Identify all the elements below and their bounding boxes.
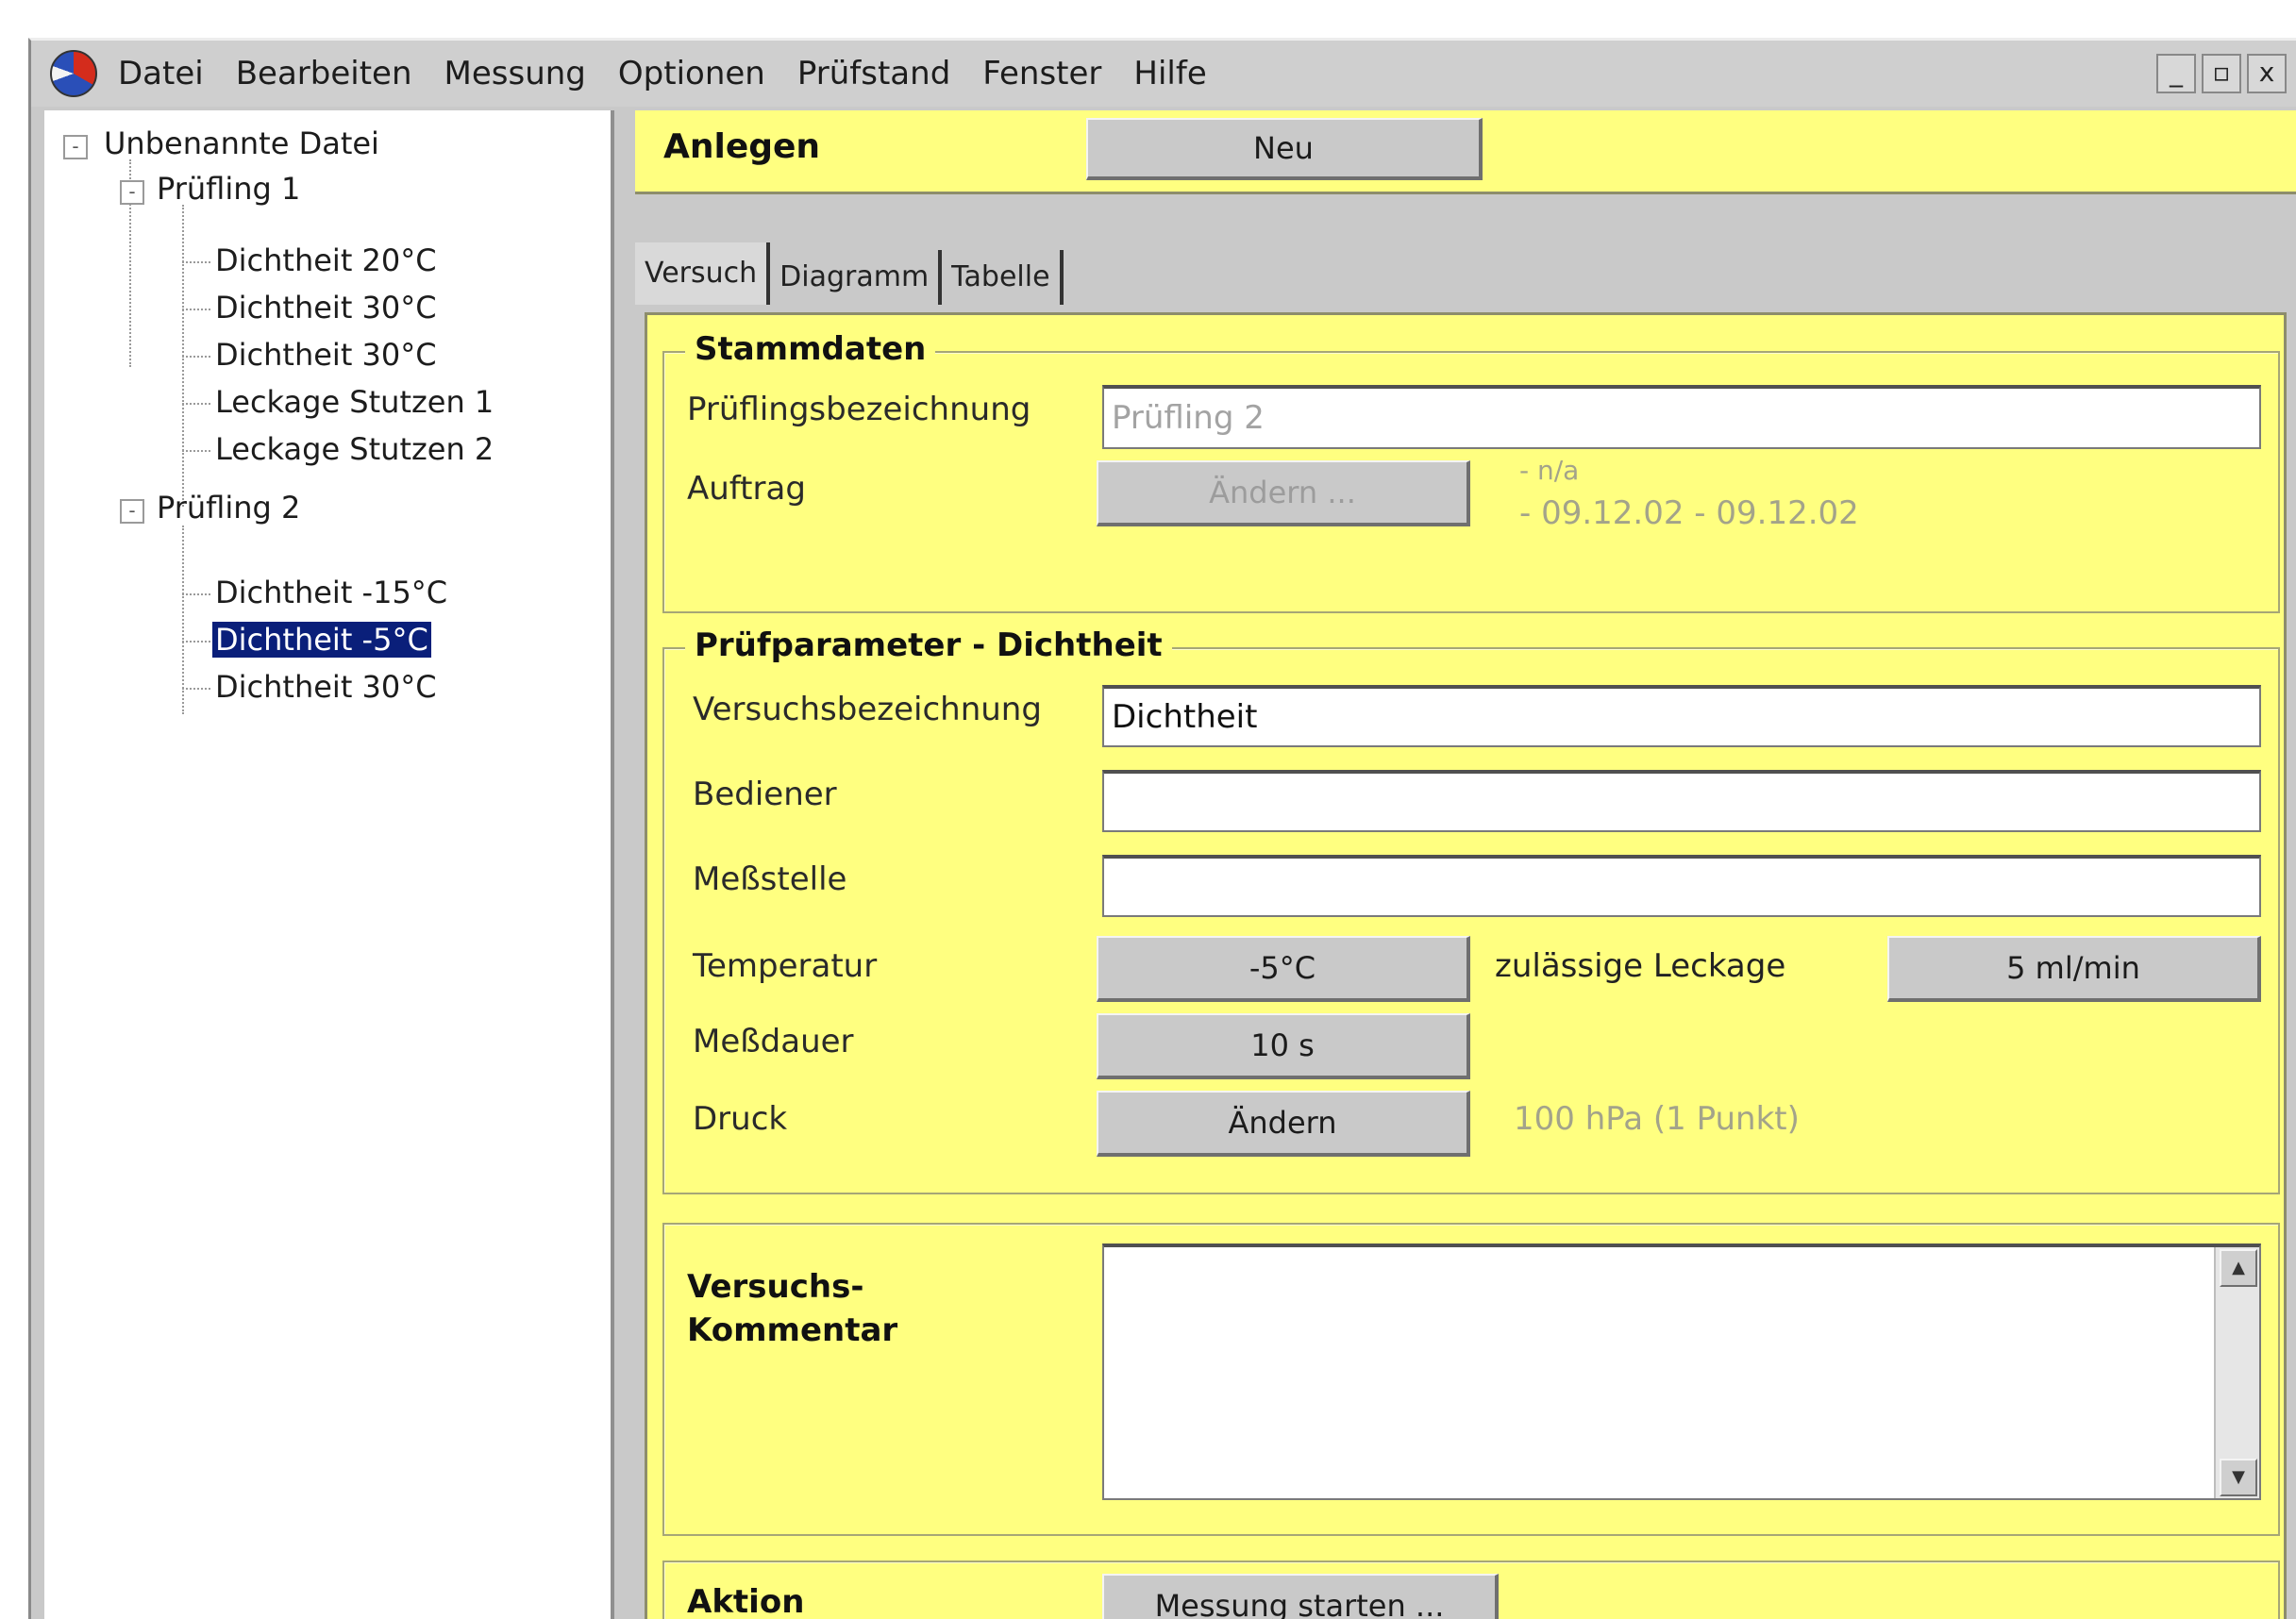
druck-label: Druck — [693, 1100, 788, 1138]
auftrag-label: Auftrag — [687, 470, 806, 508]
druck-change-button[interactable]: Ändern — [1097, 1091, 1470, 1157]
leckage-button[interactable]: 5 ml/min — [1887, 936, 2261, 1002]
menu-messung[interactable]: Messung — [444, 55, 586, 92]
stammdaten-group: Stammdaten Prüflingsbezeichnung Prüfling… — [662, 330, 2280, 613]
pruefling-label: Prüflingsbezeichnung — [687, 391, 1031, 428]
menu-bearbeiten[interactable]: Bearbeiten — [236, 55, 412, 92]
menu-datei[interactable]: Datei — [118, 55, 204, 92]
menu-hilfe[interactable]: Hilfe — [1133, 55, 1206, 92]
tree-connector — [182, 450, 210, 452]
leckage-label: zulässige Leckage — [1495, 947, 1786, 985]
tree-item-selected[interactable]: Dichtheit -5°C — [212, 622, 431, 658]
auftrag-info-1: - n/a — [1519, 455, 1580, 486]
detail-pane: Anlegen Neu Versuch Diagramm Tabelle Sta… — [635, 110, 2296, 1619]
versuch-tab-content: Stammdaten Prüflingsbezeichnung Prüfling… — [645, 312, 2287, 1619]
tree-item[interactable]: Dichtheit 20°C — [212, 242, 440, 278]
messstelle-label: Meßstelle — [693, 860, 847, 898]
kommentar-label-2: Kommentar — [687, 1311, 898, 1349]
kommentar-group: Versuchs- Kommentar ▲ ▼ — [662, 1223, 2280, 1536]
scroll-up-arrow-icon[interactable]: ▲ — [2220, 1249, 2257, 1287]
tree-item[interactable]: Leckage Stutzen 1 — [212, 384, 496, 420]
tab-versuch[interactable]: Versuch — [635, 242, 771, 305]
expander-root[interactable]: - — [63, 135, 88, 159]
stammdaten-title: Stammdaten — [685, 330, 936, 368]
versuch-label: Versuchsbezeichnung — [693, 691, 1042, 728]
tree-connector — [182, 403, 210, 405]
anlegen-bar: Anlegen Neu — [635, 110, 2296, 194]
tree-connector — [182, 356, 210, 358]
tree-root[interactable]: Unbenannte Datei — [101, 125, 382, 161]
kommentar-textarea[interactable]: ▲ ▼ — [1102, 1243, 2261, 1500]
expander-pruefling-1[interactable]: - — [120, 180, 144, 205]
minimize-button[interactable]: _ — [2156, 54, 2196, 93]
messdauer-label: Meßdauer — [693, 1023, 854, 1060]
aktion-label: Aktion — [687, 1583, 805, 1619]
kommentar-label-1: Versuchs- — [687, 1268, 864, 1306]
expander-pruefling-2[interactable]: - — [120, 499, 144, 524]
pruefparameter-title: Prüfparameter - Dichtheit — [685, 626, 1172, 664]
messdauer-button[interactable]: 10 s — [1097, 1013, 1470, 1079]
window-controls: _ ▫ x — [2156, 54, 2287, 93]
tab-tabelle[interactable]: Tabelle — [942, 250, 1064, 305]
aktion-group: Aktion Messung starten ... — [662, 1561, 2280, 1619]
tree-connector — [182, 526, 184, 714]
tree-connector — [182, 261, 210, 263]
anlegen-label: Anlegen — [663, 127, 821, 166]
tree-connector — [182, 641, 210, 643]
temperatur-button[interactable]: -5°C — [1097, 936, 1470, 1002]
menu-pruefstand[interactable]: Prüfstand — [797, 55, 950, 92]
tree-connector — [182, 309, 210, 310]
pruefling-field[interactable]: Prüfling 2 — [1102, 385, 2261, 449]
versuch-field[interactable]: Dichtheit — [1102, 685, 2261, 747]
tree-item[interactable]: Dichtheit 30°C — [212, 337, 440, 373]
menu-fenster[interactable]: Fenster — [982, 55, 1101, 92]
temperatur-label: Temperatur — [693, 947, 878, 985]
druck-info: 100 hPa (1 Punkt) — [1514, 1100, 1800, 1138]
tree-group-pruefling-2[interactable]: Prüfling 2 — [154, 490, 303, 526]
tree-item[interactable]: Dichtheit 30°C — [212, 290, 440, 325]
kommentar-scrollbar[interactable]: ▲ ▼ — [2214, 1247, 2259, 1498]
application-window: Datei Bearbeiten Messung Optionen Prüfst… — [28, 38, 2296, 1619]
tree-connector — [182, 688, 210, 690]
app-logo-icon[interactable] — [50, 50, 97, 97]
auftrag-change-button[interactable]: Ändern ... — [1097, 460, 1470, 526]
menu-optionen[interactable]: Optionen — [618, 55, 765, 92]
restore-button[interactable]: ▫ — [2202, 54, 2241, 93]
bediener-label: Bediener — [693, 776, 837, 813]
menu-bar: Datei Bearbeiten Messung Optionen Prüfst… — [31, 41, 2296, 107]
tab-bar: Versuch Diagramm Tabelle — [635, 242, 1064, 309]
file-tree: - Unbenannte Datei - Prüfling 1 Dichthei… — [44, 110, 614, 1619]
bediener-field[interactable] — [1102, 770, 2261, 832]
tree-item[interactable]: Dichtheit 30°C — [212, 669, 440, 705]
messstelle-field[interactable] — [1102, 855, 2261, 917]
scroll-down-arrow-icon[interactable]: ▼ — [2220, 1459, 2257, 1496]
pruefparameter-group: Prüfparameter - Dichtheit Versuchsbezeic… — [662, 626, 2280, 1194]
new-button[interactable]: Neu — [1086, 118, 1483, 180]
tree-group-pruefling-1[interactable]: Prüfling 1 — [154, 171, 303, 207]
auftrag-info-2: - 09.12.02 - 09.12.02 — [1519, 494, 1859, 532]
tree-connector — [182, 593, 210, 595]
tree-item[interactable]: Leckage Stutzen 2 — [212, 431, 496, 467]
close-button[interactable]: x — [2247, 54, 2287, 93]
start-measurement-button[interactable]: Messung starten ... — [1102, 1574, 1499, 1619]
tree-item[interactable]: Dichtheit -15°C — [212, 575, 450, 610]
tab-diagramm[interactable]: Diagramm — [770, 250, 943, 305]
